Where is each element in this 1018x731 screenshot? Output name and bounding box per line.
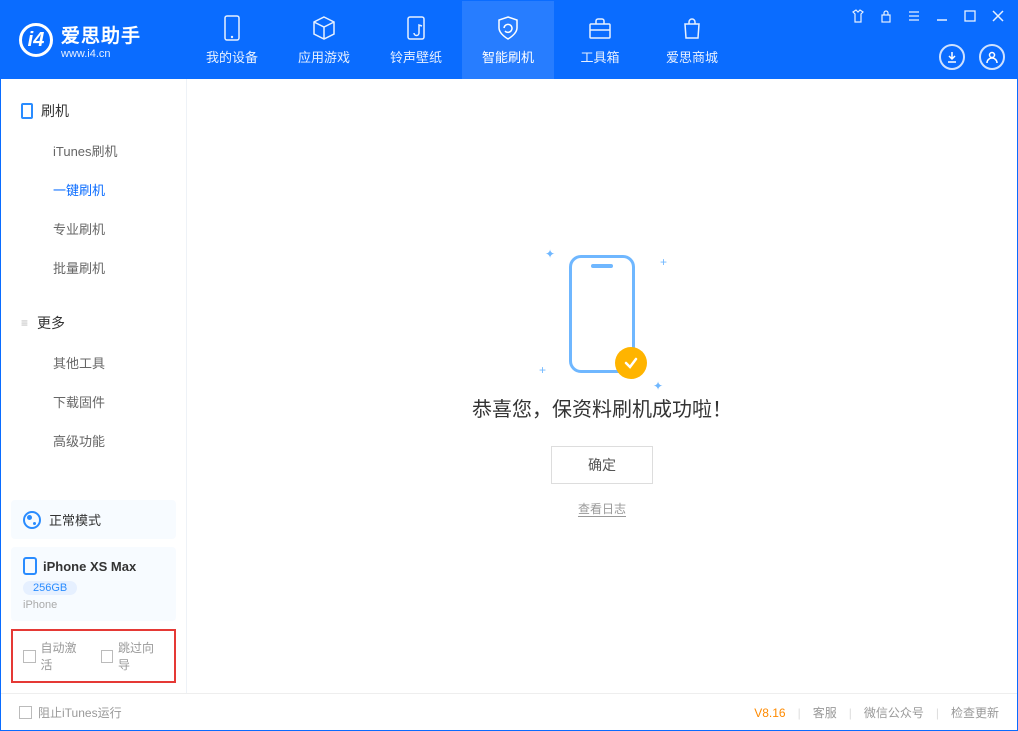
sparkle-icon: ✦	[653, 379, 663, 393]
support-link[interactable]: 客服	[813, 704, 837, 721]
status-bar: 阻止iTunes运行 V8.16 | 客服 | 微信公众号 | 检查更新	[1, 693, 1017, 731]
section-label: 刷机	[41, 101, 69, 121]
nav-ringtones[interactable]: 铃声壁纸	[370, 1, 462, 79]
close-icon[interactable]	[991, 9, 1005, 26]
nav-label: 应用游戏	[298, 47, 350, 66]
options-box: 自动激活 跳过向导	[11, 629, 176, 683]
nav-store[interactable]: 爱思商城	[646, 1, 738, 79]
view-log-link[interactable]: 查看日志	[578, 500, 626, 517]
list-icon: ≡	[21, 316, 29, 330]
sidebar: 刷机 iTunes刷机 一键刷机 专业刷机 批量刷机 ≡ 更多 其他工具 下载固…	[1, 79, 186, 693]
sparkle-icon: +	[539, 363, 546, 377]
main-content: ✦ + + ✦ 恭喜您，保资料刷机成功啦！ 确定 查看日志	[186, 79, 1017, 693]
sidebar-item-other-tools[interactable]: 其他工具	[1, 343, 186, 382]
menu-icon[interactable]	[907, 9, 921, 26]
check-update-link[interactable]: 检查更新	[951, 704, 999, 721]
shirt-icon[interactable]	[851, 9, 865, 26]
phone-icon	[221, 15, 243, 41]
storage-badge: 256GB	[23, 581, 77, 595]
nav-toolbox[interactable]: 工具箱	[554, 1, 646, 79]
bag-icon	[679, 15, 705, 41]
phone-icon	[23, 557, 37, 575]
nav-smart-flash[interactable]: 智能刷机	[462, 1, 554, 79]
nav-label: 爱思商城	[666, 47, 718, 66]
nav-label: 智能刷机	[482, 47, 534, 66]
user-icon[interactable]	[979, 44, 1005, 70]
nav-my-device[interactable]: 我的设备	[186, 1, 278, 79]
window-controls	[851, 1, 1017, 79]
checkbox-label: 跳过向导	[118, 639, 164, 673]
checkbox-icon	[23, 650, 36, 663]
maximize-icon[interactable]	[963, 9, 977, 26]
sidebar-item-download-firmware[interactable]: 下载固件	[1, 382, 186, 421]
checkbox-auto-activate[interactable]: 自动激活	[23, 639, 87, 673]
sidebar-item-one-click-flash[interactable]: 一键刷机	[1, 170, 186, 209]
nav-label: 铃声壁纸	[390, 47, 442, 66]
mode-card[interactable]: 正常模式	[11, 500, 176, 539]
mode-icon	[23, 511, 41, 529]
nav-apps-games[interactable]: 应用游戏	[278, 1, 370, 79]
nav-label: 我的设备	[206, 47, 258, 66]
top-nav: 我的设备 应用游戏 铃声壁纸 智能刷机 工具箱 爱思商城	[186, 1, 738, 79]
sparkle-icon: +	[660, 255, 667, 269]
sidebar-item-batch-flash[interactable]: 批量刷机	[1, 248, 186, 287]
section-title-more: ≡ 更多	[1, 307, 186, 339]
checkbox-icon	[19, 706, 32, 719]
app-logo-icon: i4	[19, 23, 53, 57]
cube-icon	[311, 15, 337, 41]
device-icon	[21, 103, 33, 119]
ok-button[interactable]: 确定	[551, 446, 653, 484]
mode-label: 正常模式	[49, 510, 101, 529]
shield-refresh-icon	[495, 15, 521, 41]
lock-icon[interactable]	[879, 9, 893, 26]
device-card[interactable]: iPhone XS Max 256GB iPhone	[11, 547, 176, 621]
checkbox-label: 自动激活	[41, 639, 87, 673]
sidebar-item-advanced[interactable]: 高级功能	[1, 421, 186, 460]
nav-label: 工具箱	[580, 47, 619, 66]
checkbox-label: 阻止iTunes运行	[38, 704, 122, 721]
checkbox-icon	[101, 650, 114, 663]
device-name: iPhone XS Max	[43, 559, 136, 574]
logo-block: i4 爱思助手 www.i4.cn	[1, 1, 186, 79]
app-title-cn: 爱思助手	[61, 21, 141, 48]
device-type: iPhone	[23, 599, 57, 611]
download-icon[interactable]	[939, 44, 965, 70]
checkbox-stop-itunes[interactable]: 阻止iTunes运行	[19, 704, 122, 721]
music-file-icon	[404, 15, 428, 41]
section-title-flash: 刷机	[1, 95, 186, 127]
success-message: 恭喜您，保资料刷机成功啦！	[472, 393, 732, 422]
minimize-icon[interactable]	[935, 9, 949, 26]
sidebar-item-itunes-flash[interactable]: iTunes刷机	[1, 131, 186, 170]
sidebar-item-pro-flash[interactable]: 专业刷机	[1, 209, 186, 248]
sparkle-icon: ✦	[545, 247, 555, 261]
check-badge-icon	[615, 347, 647, 379]
sidebar-section-more: ≡ 更多 其他工具 下载固件 高级功能	[1, 291, 186, 464]
briefcase-icon	[587, 15, 613, 41]
app-header: i4 爱思助手 www.i4.cn 我的设备 应用游戏 铃声壁纸 智能刷机 工具…	[1, 1, 1017, 79]
sidebar-section-flash: 刷机 iTunes刷机 一键刷机 专业刷机 批量刷机	[1, 79, 186, 291]
version-label: V8.16	[754, 706, 785, 720]
section-label: 更多	[37, 313, 65, 333]
wechat-link[interactable]: 微信公众号	[864, 704, 924, 721]
success-illustration: ✦ + + ✦	[569, 255, 635, 373]
logo-text: 爱思助手 www.i4.cn	[61, 21, 141, 60]
checkbox-skip-guide[interactable]: 跳过向导	[101, 639, 165, 673]
app-title-en: www.i4.cn	[61, 48, 141, 60]
